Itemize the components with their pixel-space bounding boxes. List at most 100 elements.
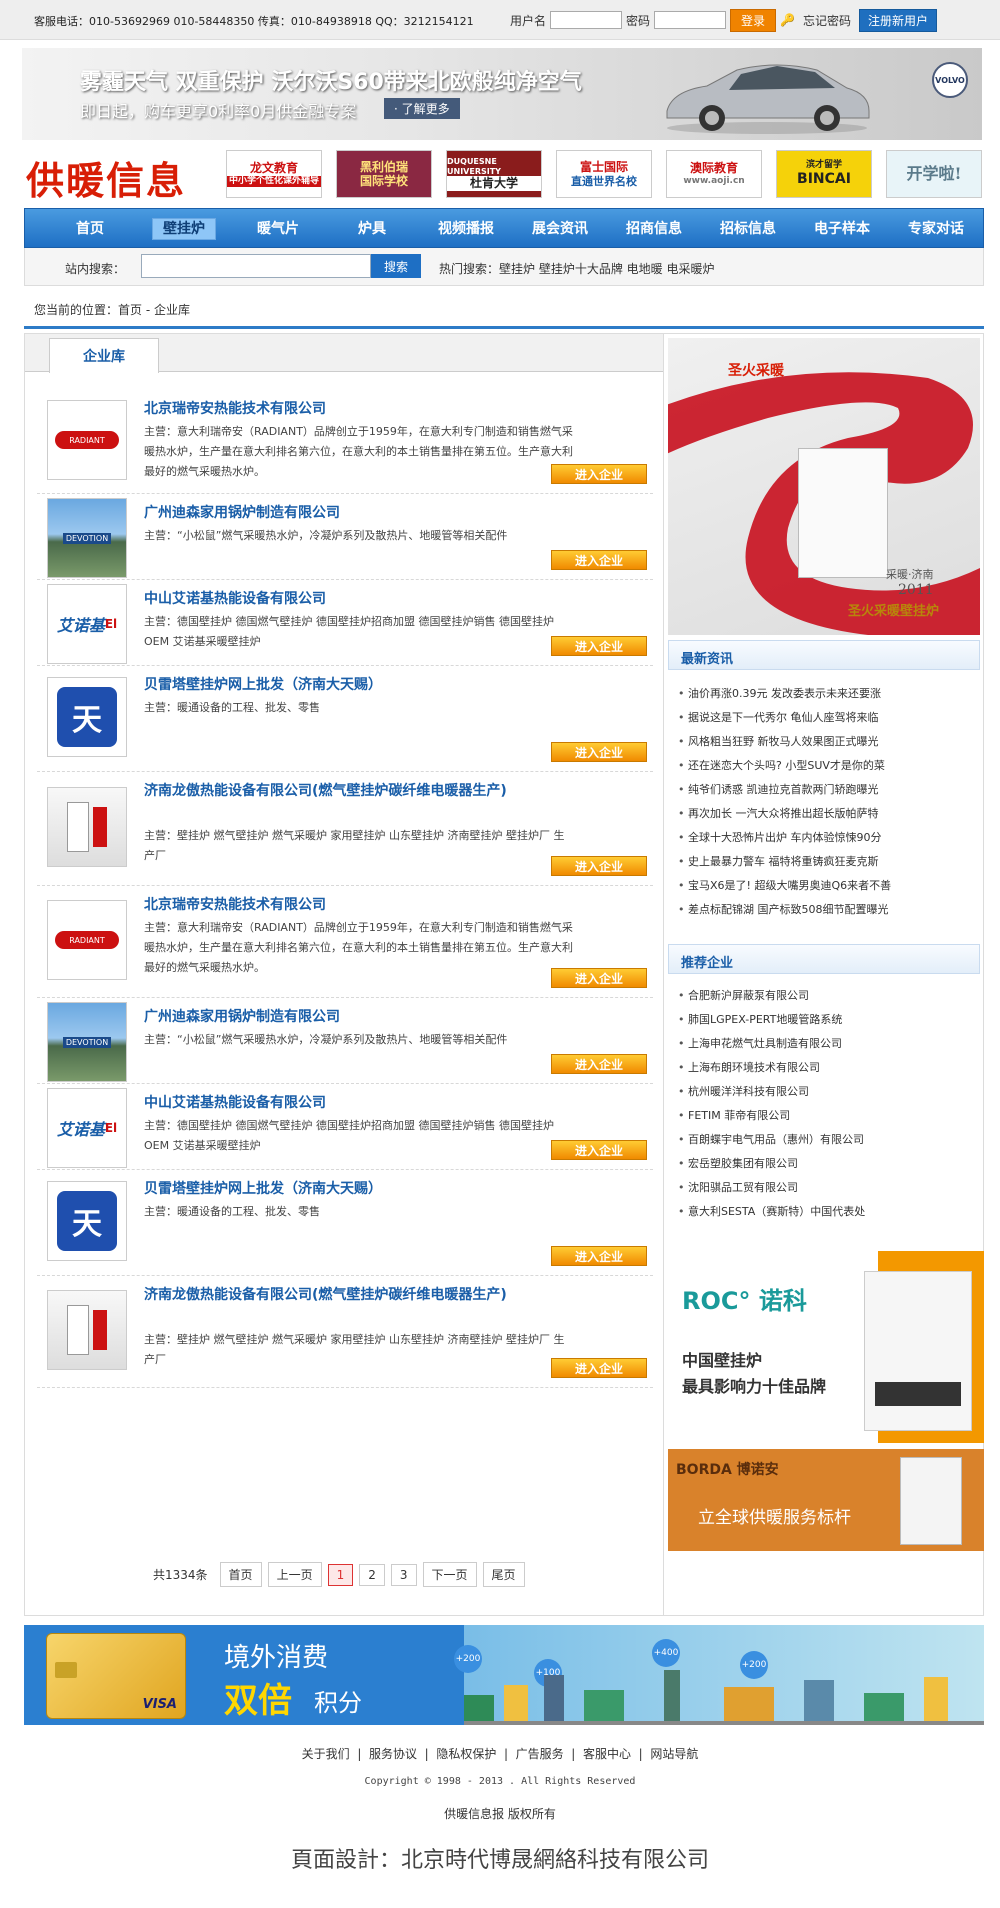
news-item[interactable]: 油价再涨0.39元 发改委表示未来还要涨 xyxy=(678,682,891,706)
company-logo[interactable]: 天 xyxy=(47,677,127,757)
enter-company-button[interactable]: 进入企业 xyxy=(551,856,647,876)
roc-ad[interactable]: ROC° 诺科 中国壁挂炉 最具影响力十佳品牌 xyxy=(668,1251,984,1443)
nav-wall-boiler[interactable]: 壁挂炉 xyxy=(137,218,231,240)
news-item[interactable]: 差点标配锦湖 国产标致508细节配置曝光 xyxy=(678,898,891,922)
last-page-button[interactable]: 尾页 xyxy=(482,1562,525,1587)
recommended-company-item[interactable]: 宏岳塑胶集团有限公司 xyxy=(678,1152,865,1176)
search-button[interactable]: 搜索 xyxy=(371,254,421,278)
news-item[interactable]: 纯爷们诱惑 凯迪拉克首款两门轿跑曝光 xyxy=(678,778,891,802)
partner-ad-5[interactable]: 澳际教育 www.aoji.cn xyxy=(666,150,762,198)
search-input[interactable] xyxy=(141,254,371,278)
username-input[interactable] xyxy=(550,11,623,29)
footer-link-ads[interactable]: 广告服务 xyxy=(516,1747,564,1761)
company-name[interactable]: 济南龙傲热能设备有限公司(燃气壁挂炉碳纤维电暖器生产) xyxy=(144,780,564,802)
shenghuo-ad[interactable]: 圣火采暖 采暖·济南 2011 圣火采暖壁挂炉 xyxy=(668,338,980,635)
recommended-company-item[interactable]: 杭州暖洋洋科技有限公司 xyxy=(678,1080,865,1104)
enter-company-button[interactable]: 进入企业 xyxy=(551,1358,647,1378)
company-name[interactable]: 中山艾诺基热能设备有限公司 xyxy=(144,1092,564,1114)
company-logo[interactable]: RADIANT xyxy=(47,400,127,480)
company-logo[interactable]: DEVOTION xyxy=(47,1002,127,1082)
recommended-company-item[interactable]: 沈阳骐品工贸有限公司 xyxy=(678,1176,865,1200)
company-name[interactable]: 广州迪森家用锅炉制造有限公司 xyxy=(144,1006,564,1028)
nav-radiator[interactable]: 暖气片 xyxy=(231,218,325,238)
company-logo[interactable]: 艾诺基 El xyxy=(47,584,127,664)
partner-ad-1[interactable]: 龙文教育 中小学个性化课外辅导 xyxy=(226,150,322,198)
partner-ad-4[interactable]: 富士国际 直通世界名校 xyxy=(556,150,652,198)
recommended-company-item[interactable]: 上海布朗环境技术有限公司 xyxy=(678,1056,865,1080)
bank-card-ad[interactable]: VISA 境外消费 双倍 积分 +200 +100 +400 +200 xyxy=(24,1625,984,1725)
company-name[interactable]: 中山艾诺基热能设备有限公司 xyxy=(144,588,564,610)
enter-company-button[interactable]: 进入企业 xyxy=(551,1054,647,1074)
company-logo[interactable]: RADIANT xyxy=(47,900,127,980)
visa-logo: VISA xyxy=(142,1697,177,1712)
first-page-button[interactable]: 首页 xyxy=(219,1562,262,1587)
company-name[interactable]: 济南龙傲热能设备有限公司(燃气壁挂炉碳纤维电暖器生产) xyxy=(144,1284,564,1306)
footer-link-sitemap[interactable]: 网站导航 xyxy=(650,1747,698,1761)
site-logo[interactable]: 供暖信息 xyxy=(26,150,186,205)
recommended-company-item[interactable]: 肺国LGPEX-PERT地暖管路系统 xyxy=(678,1008,865,1032)
nav-bidding[interactable]: 招标信息 xyxy=(701,218,795,238)
footer-link-privacy[interactable]: 隐私权保护 xyxy=(436,1747,496,1761)
news-item[interactable]: 据说这是下一代秀尔 龟仙人座驾将来临 xyxy=(678,706,891,730)
company-description: 主营：德国壁挂炉 德国燃气壁挂炉 德国壁挂炉招商加盟 德国壁挂炉销售 德国壁挂炉… xyxy=(144,615,554,648)
register-button[interactable]: 注册新用户 xyxy=(859,8,938,32)
nav-stove[interactable]: 炉具 xyxy=(325,218,419,238)
news-item[interactable]: 史上最暴力警车 福特将重铸疯狂麦克斯 xyxy=(678,850,891,874)
news-item[interactable]: 宝马X6是了! 超级大嘴男奥迪Q6来者不善 xyxy=(678,874,891,898)
hot-search[interactable]: 热门搜索：壁挂炉 壁挂炉十大品牌 电地暖 电采暖炉 xyxy=(439,260,714,277)
prev-page-button[interactable]: 上一页 xyxy=(267,1562,322,1587)
page-1-button[interactable]: 1 xyxy=(327,1563,354,1586)
forgot-password-link[interactable]: 忘记密码 xyxy=(803,12,851,29)
enter-company-button[interactable]: 进入企业 xyxy=(551,464,647,484)
news-item[interactable]: 再次加长 一汽大众将推出超长版帕萨特 xyxy=(678,802,891,826)
footer-link-about[interactable]: 关于我们 xyxy=(302,1747,350,1761)
enter-company-button[interactable]: 进入企业 xyxy=(551,1140,647,1160)
ad1-tag: 采暖·济南 xyxy=(886,568,934,581)
recommended-company-item[interactable]: FETIM 菲帝有限公司 xyxy=(678,1104,865,1128)
footer-link-terms[interactable]: 服务协议 xyxy=(369,1747,417,1761)
tab-company-library[interactable]: 企业库 xyxy=(49,338,159,373)
nav-expert[interactable]: 专家对话 xyxy=(889,218,983,238)
company-logo[interactable]: 天 xyxy=(47,1181,127,1261)
company-name[interactable]: 广州迪森家用锅炉制造有限公司 xyxy=(144,502,564,524)
page-2-button[interactable]: 2 xyxy=(359,1563,385,1586)
banner-more-button[interactable]: · 了解更多 xyxy=(384,98,460,119)
recommended-company-item[interactable]: 合肥新沪屏蔽泵有限公司 xyxy=(678,984,865,1008)
enter-company-button[interactable]: 进入企业 xyxy=(551,742,647,762)
recommended-company-item[interactable]: 百朗蝶宇电气用品（惠州）有限公司 xyxy=(678,1128,865,1152)
enter-company-button[interactable]: 进入企业 xyxy=(551,550,647,570)
partner-ad-6[interactable]: 滨才留学 BINCAI xyxy=(776,150,872,198)
partner-ad-3[interactable]: DUQUESNE UNIVERSITY 杜肯大学 xyxy=(446,150,542,198)
company-logo[interactable] xyxy=(47,1290,127,1370)
nav-video[interactable]: 视频播报 xyxy=(419,218,513,238)
enter-company-button[interactable]: 进入企业 xyxy=(551,968,647,988)
company-logo[interactable]: DEVOTION xyxy=(47,498,127,578)
nav-investment[interactable]: 招商信息 xyxy=(607,218,701,238)
partner-ad-7[interactable]: 开学啦! xyxy=(886,150,982,198)
next-page-button[interactable]: 下一页 xyxy=(422,1562,477,1587)
nav-home[interactable]: 首页 xyxy=(43,218,137,238)
enter-company-button[interactable]: 进入企业 xyxy=(551,1246,647,1266)
news-item[interactable]: 还在迷恋大个头吗? 小型SUV才是你的菜 xyxy=(678,754,891,778)
recommended-company-item[interactable]: 上海申花燃气灶具制造有限公司 xyxy=(678,1032,865,1056)
login-button[interactable]: 登录 xyxy=(730,8,777,32)
volvo-ad-banner[interactable]: 雾霾天气 双重保护 沃尔沃S60带来北欧般纯净空气 即日起，购车更享0利率0月供… xyxy=(22,48,982,140)
company-name[interactable]: 贝雷塔壁挂炉网上批发（济南大天赐） xyxy=(144,1178,564,1200)
recommended-company-item[interactable]: 意大利SESTA（赛斯特）中国代表处 xyxy=(678,1200,865,1224)
footer-link-support[interactable]: 客服中心 xyxy=(583,1747,631,1761)
news-item[interactable]: 全球十大恐怖片出炉 车内体验惊悚90分 xyxy=(678,826,891,850)
borda-ad[interactable]: BORDA 博诺安 立全球供暖服务标杆 xyxy=(668,1449,984,1551)
enter-company-button[interactable]: 进入企业 xyxy=(551,636,647,656)
news-item[interactable]: 风格粗当狂野 新牧马人效果图正式曝光 xyxy=(678,730,891,754)
company-logo[interactable] xyxy=(47,787,127,867)
password-input[interactable] xyxy=(654,11,727,29)
company-name[interactable]: 贝雷塔壁挂炉网上批发（济南大天赐） xyxy=(144,674,564,696)
partner-ad-2[interactable]: 黑利伯瑞 国际学校 xyxy=(336,150,432,198)
company-name[interactable]: 北京瑞帝安热能技术有限公司 xyxy=(144,398,564,420)
nav-expo[interactable]: 展会资讯 xyxy=(513,218,607,238)
nav-video-label: 视频播报 xyxy=(438,221,494,237)
nav-catalog[interactable]: 电子样本 xyxy=(795,218,889,238)
company-logo[interactable]: 艾诺基 El xyxy=(47,1088,127,1168)
company-name[interactable]: 北京瑞帝安热能技术有限公司 xyxy=(144,894,564,916)
page-3-button[interactable]: 3 xyxy=(390,1563,417,1586)
